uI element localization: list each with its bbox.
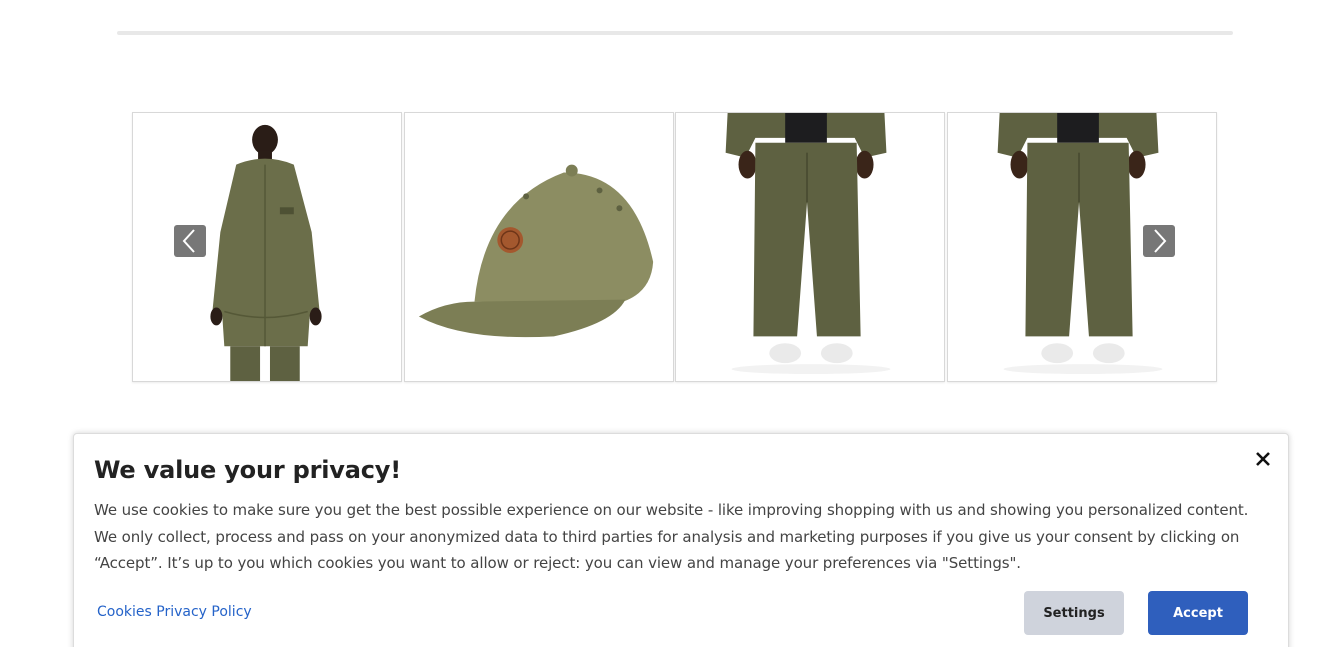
settings-button[interactable]: Settings [1024,591,1124,635]
product-carousel [132,112,1218,382]
cookie-banner-title: We value your privacy! [94,456,401,484]
corduroy-trousers-product-image [948,113,1216,381]
product-card-parka[interactable] [132,112,402,382]
cap-product-image [405,113,673,381]
close-icon [1256,452,1270,466]
carousel-next-button[interactable] [1143,225,1175,257]
chevron-left-icon [182,229,195,253]
carousel-prev-button[interactable] [174,225,206,257]
product-card-trousers[interactable] [675,112,945,382]
product-card-cap[interactable] [404,112,674,382]
cookie-banner-description: We use cookies to make sure you get the … [94,501,1249,572]
chevron-right-icon [1154,229,1167,253]
close-button[interactable] [1252,448,1274,470]
accept-button[interactable]: Accept [1148,591,1248,635]
product-card-trousers-2[interactable] [947,112,1217,382]
corduroy-trousers-product-image [676,113,944,381]
top-divider [117,31,1233,35]
cookie-consent-banner: We value your privacy! We use cookies to… [73,433,1289,647]
cookies-privacy-policy-link[interactable]: Cookies Privacy Policy [97,604,252,620]
